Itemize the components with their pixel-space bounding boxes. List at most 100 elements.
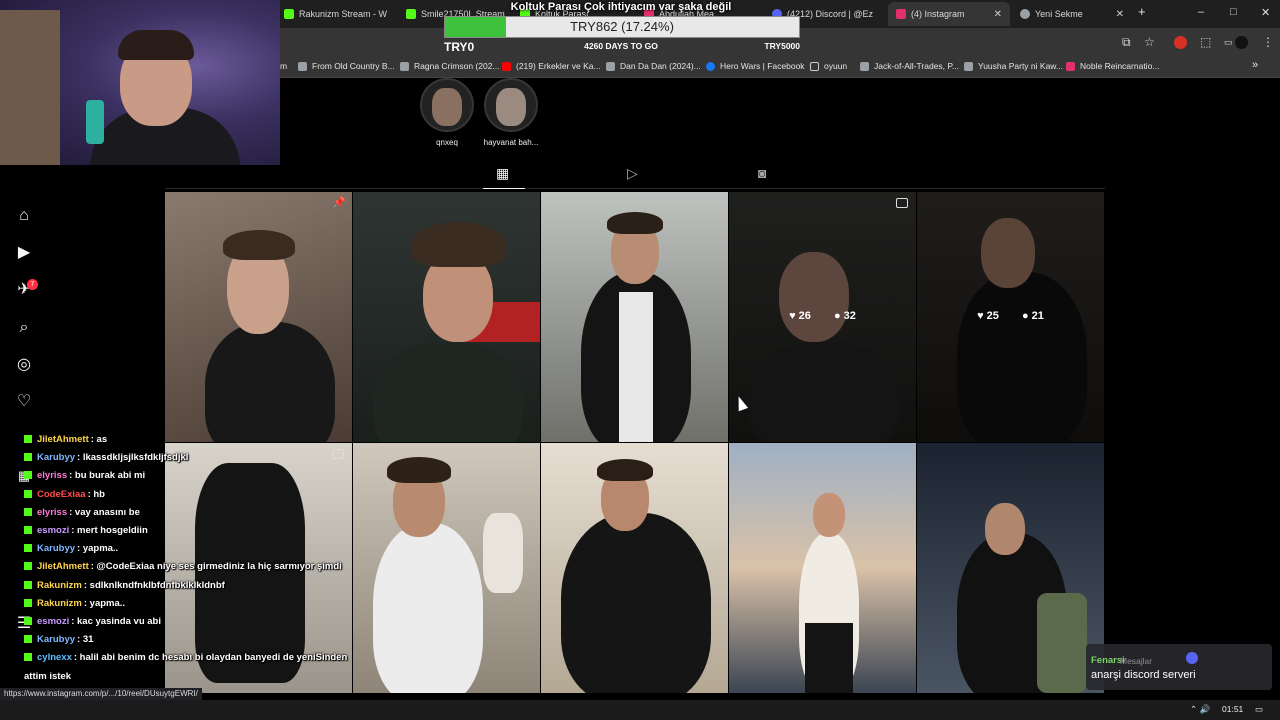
bookmark-icon [860,61,869,71]
chat-message: esmozi: mert hosgeldiin [24,525,148,536]
post-thumbnail[interactable]: 📌 [165,192,352,442]
browser-tab[interactable]: Rakunizm Stream - W [280,2,396,26]
chat-username[interactable]: CodeExiaa [37,489,86,500]
post-thumbnail[interactable] [541,192,728,442]
bookmark-item[interactable]: Jack-of-All-Trades, P... [860,61,959,71]
browser-tab-active[interactable]: (4) Instagram ✕ [888,2,1010,26]
discord-notification[interactable]: Fenarsi Mesajlar anarşi discord serveri [1086,644,1272,690]
instagram-icon [896,9,906,19]
story-highlight[interactable]: qnxeq [412,78,482,147]
new-tab-button[interactable]: + [1138,4,1146,19]
chat-message: Rakunizm: sdlknlkndfnklbfdnfbklklkldnbf [24,580,225,591]
heart-icon[interactable]: ♡ [14,392,34,412]
bookmark-folder[interactable]: oyuun [810,61,847,71]
notification-badge: 7 [27,279,38,290]
notifications-icon[interactable]: ▭ [1255,704,1263,715]
tray-icons[interactable]: ⌃ 🔊 [1190,704,1210,715]
tagged-tab[interactable]: ◙ [758,165,766,181]
kick-badge-icon [24,489,32,498]
post-thumbnail[interactable]: ♥ 26 ● 32 [729,192,916,442]
tab-label: (4) Instagram [911,9,965,19]
extensions-icon[interactable]: ⬚ [1200,35,1211,49]
tab-close-icon[interactable]: ✕ [1116,9,1124,20]
chat-message: cylnexx: halil abi benim dc hesabı bi ol… [24,652,347,663]
chat-username[interactable]: Karubyy [37,452,75,463]
browser-tab[interactable]: Yeni Sekme ✕ [1012,2,1132,26]
menu-dots-icon[interactable]: ⋮ [1262,35,1274,49]
likes-count: ♥ 26 [789,310,811,322]
bookmark-label: Noble Reincarnatio... [1080,61,1160,71]
post-thumbnail[interactable] [917,443,1104,693]
post-thumbnail[interactable] [541,443,728,693]
chat-username[interactable]: esmozi [37,525,69,536]
bookmark-item[interactable]: Ragna Crimson (202... [400,61,500,71]
bookmark-item[interactable]: (219) Erkekler ve Ka... [502,61,601,71]
bookmark-icon [400,61,409,71]
posts-grid-tab[interactable]: ▦ [496,165,509,182]
bookmark-item[interactable]: Noble Reincarnatio... [1066,61,1159,71]
bookmark-label: From Old Country B... [312,61,395,71]
chat-message: JiletAhmett: @CodeExiaa niye ses girmedi… [24,561,342,572]
chat-username[interactable]: JiletAhmett [37,561,89,572]
sidepanel-icon[interactable]: ▭ [1224,37,1233,48]
bookmark-item[interactable]: Hero Wars | Facebook [706,61,805,71]
kick-badge-icon [24,635,32,644]
chat-username[interactable]: elyriss [37,470,67,481]
kick-icon [406,9,416,19]
post-thumbnail[interactable] [729,443,916,693]
highlight-cover [484,78,538,132]
highlight-label: qnxeq [436,138,458,147]
bookmark-item[interactable]: Yuusha Party ni Kaw... [964,61,1063,71]
kick-badge-icon [24,562,32,571]
chat-username[interactable]: cylnexx [37,652,72,663]
restore-button[interactable]: □ [1230,6,1237,18]
bookmark-star-icon[interactable]: ☆ [1144,35,1155,49]
post-thumbnail[interactable] [353,192,540,442]
chat-text: : kac yasinda vu abi [71,616,161,627]
chat-text: : halil abi benim dc hesabı bi olaydan b… [73,652,348,664]
profile-avatar[interactable] [1235,36,1248,49]
bookmark-item[interactable]: From Old Country B... [298,61,395,71]
close-window-button[interactable]: ✕ [1261,6,1270,19]
chat-username[interactable]: Rakunizm [37,580,82,591]
reels-tab[interactable]: ▷ [627,165,638,182]
bookmark-label: Hero Wars | Facebook [720,61,805,71]
highlight-cover [420,78,474,132]
pin-icon: 📌 [332,197,346,209]
bookmark-label: Dan Da Dan (2024)... [620,61,701,71]
post-stats: ♥ 26 ● 32 [729,310,916,322]
adblock-icon[interactable] [1174,36,1187,49]
bookmark-icon [298,61,307,71]
kick-badge-icon [24,471,32,480]
story-highlight[interactable]: hayvanat bah... [476,78,546,147]
bookmark-label: Ragna Crimson (202... [414,61,500,71]
donation-current: TRY862 (17.24%) [570,19,674,34]
minimize-button[interactable]: – [1198,6,1204,18]
chat-text: : yapma.. [83,597,126,609]
tab-label: Rakunizm Stream - W [299,9,388,19]
link-status-url: https://www.instagram.com/p/.../10/reel/… [0,688,202,700]
bookmark-label: oyuun [824,61,848,71]
tab-close-icon[interactable]: ✕ [994,9,1002,20]
discord-avatar [1186,652,1198,664]
chat-text: : sdlknlkndfnklbfdnfbklklkldnbf [83,579,225,591]
chat-text: : hb [87,488,105,500]
post-thumbnail[interactable]: ♥ 25 ● 21 [917,192,1104,442]
cast-icon[interactable]: ⧉ [1122,35,1131,50]
explore-icon[interactable]: ◎ [14,355,34,375]
chat-username[interactable]: Karubyy [37,634,75,645]
chat-username[interactable]: elyriss [37,507,67,518]
home-icon[interactable]: ⌂ [14,206,34,226]
chat-username[interactable]: Rakunizm [37,598,82,609]
notification-hint: Mesajlar [1120,656,1153,666]
search-icon[interactable]: ⌕ [14,318,34,338]
bookmarks-more-button[interactable]: » [1252,59,1258,71]
reels-icon[interactable]: ▶ [14,243,34,263]
chat-username[interactable]: Karubyy [37,543,75,554]
chat-message: CodeExiaa: hb [24,489,105,500]
chat-username[interactable]: esmozi [37,616,69,627]
chat-username[interactable]: JiletAhmett [37,434,89,445]
bookmark-item[interactable]: m [280,61,287,71]
bookmark-item[interactable]: Dan Da Dan (2024)... [606,61,701,71]
chat-text: : as [90,434,108,445]
